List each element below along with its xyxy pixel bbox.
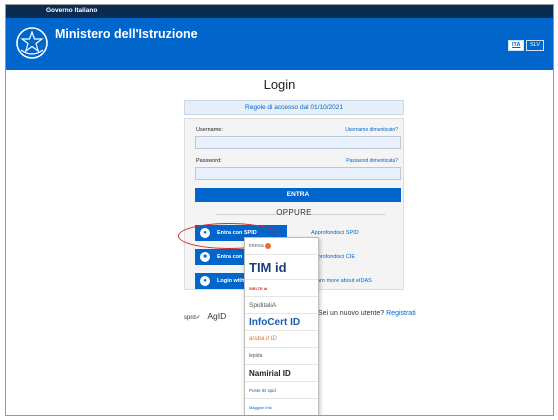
page-title: Login [263, 77, 296, 92]
separator-line-right [311, 214, 385, 215]
username-input[interactable] [195, 136, 401, 149]
new-user-prompt: Sei un nuovo utente? Registrati [318, 310, 416, 317]
eidas-info-link[interactable]: Learn more about eIDAS [311, 278, 372, 284]
or-separator: OPPURE [276, 208, 312, 217]
spid-logo: sprd✓ [184, 315, 201, 321]
user-icon: ● [200, 276, 210, 286]
browser-frame: Governo Italiano Ministero dell'Istruzio… [5, 4, 554, 416]
government-bar: Governo Italiano [6, 5, 553, 18]
provider-item-namirial[interactable]: Namirial ID [245, 365, 318, 382]
password-input[interactable] [195, 167, 401, 180]
provider-item-more-info[interactable]: Maggiori info [245, 399, 318, 415]
government-label[interactable]: Governo Italiano [46, 7, 97, 14]
agid-logo: AgID [207, 311, 227, 321]
provider-label: intesa [249, 243, 264, 249]
provider-item-tim[interactable]: TIM id [245, 255, 318, 280]
password-label: Password: [196, 158, 222, 164]
register-link[interactable]: Registrati [386, 310, 416, 317]
provider-item-aruba[interactable]: aruba.it ID [245, 331, 318, 348]
forgot-password-link[interactable]: Password dimenticata? [346, 158, 398, 164]
provider-item-lepida[interactable]: lepida [245, 348, 318, 365]
intesa-logo-icon [265, 242, 272, 249]
id-card-icon: ■ [200, 252, 210, 262]
footer-logos: sprd✓ AgID [184, 311, 226, 321]
provider-item-intesa[interactable]: intesa [245, 238, 318, 255]
access-rules-link[interactable]: Regole di accesso dal 01/10/2021 [184, 100, 404, 115]
forgot-username-link[interactable]: Username dimenticato? [345, 127, 398, 133]
spid-provider-dropdown: intesa TIM id SIELTE id SpiditaliA InfoC… [244, 237, 319, 415]
provider-item-spiditalia[interactable]: SpiditaliA [245, 297, 318, 314]
login-submit-button[interactable]: ENTRA [195, 188, 401, 202]
provider-item-sielte[interactable]: SIELTE id [245, 280, 318, 297]
provider-item-infocert[interactable]: InfoCert ID [245, 314, 318, 331]
lang-ita-button[interactable]: ITA [508, 40, 525, 51]
site-title[interactable]: Ministero dell'Istruzione [55, 27, 198, 41]
new-user-text: Sei un nuovo utente? [318, 310, 385, 317]
spid-info-link[interactable]: Approfondisci SPID [311, 230, 359, 236]
site-header: Ministero dell'Istruzione ITA SLV [6, 18, 553, 70]
provider-item-poste[interactable]: Poste ID spid [245, 382, 318, 399]
republic-emblem-icon [16, 27, 48, 59]
lang-slv-button[interactable]: SLV [526, 40, 544, 51]
username-label: Username: [196, 127, 223, 133]
